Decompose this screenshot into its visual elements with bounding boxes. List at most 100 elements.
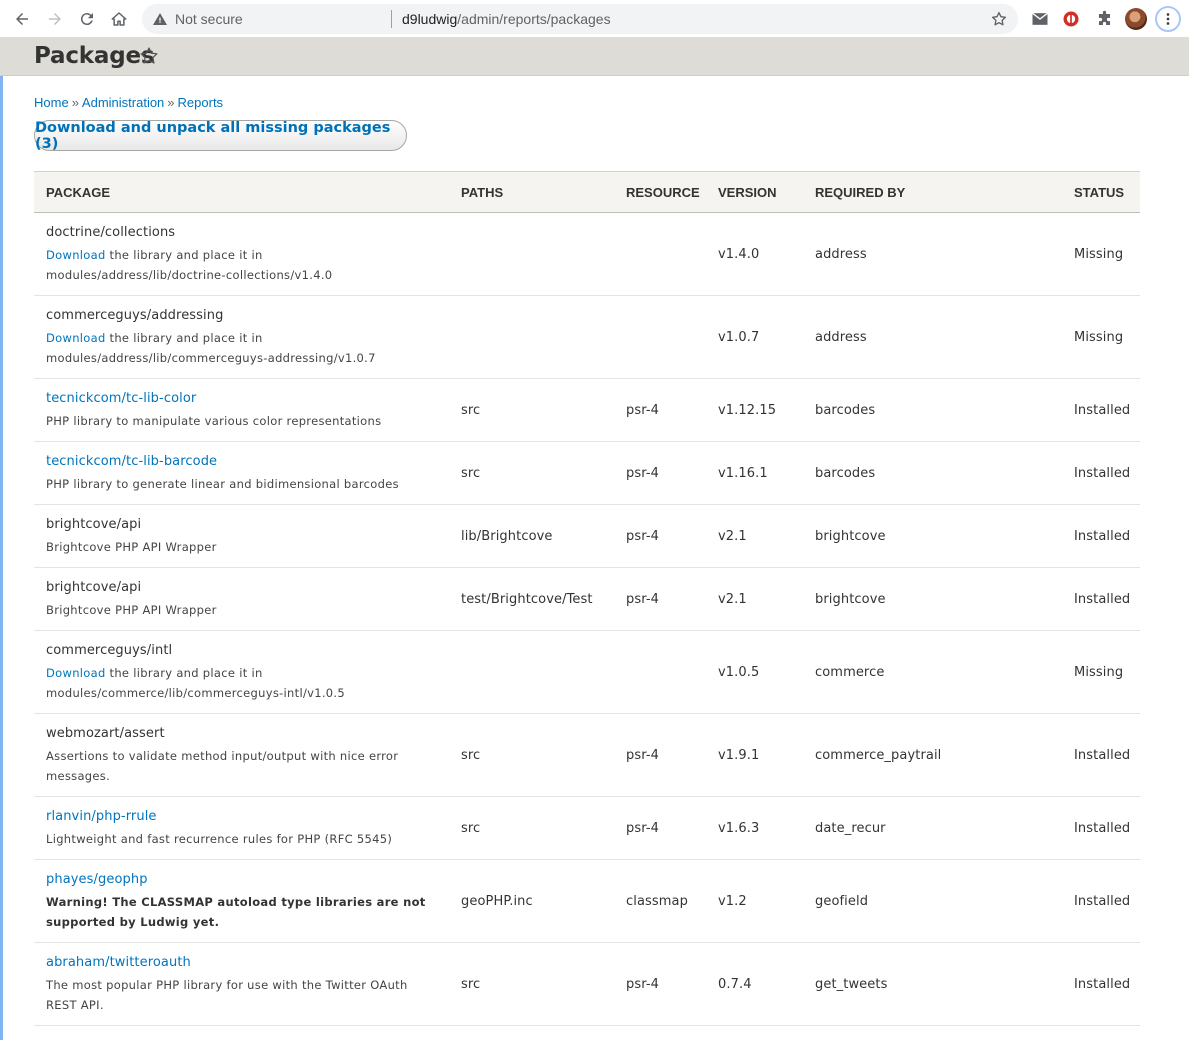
package-status: Installed [1074, 894, 1131, 909]
package-description-line2: REST API. [46, 998, 104, 1012]
security-label[interactable]: Not secure [175, 11, 243, 27]
package-resource: psr-4 [626, 403, 659, 418]
download-instruction: the library and place it in [105, 331, 263, 345]
package-paths: src [461, 748, 481, 763]
column-header-package[interactable]: PACKAGE [46, 185, 110, 200]
package-name: brightcove/api [46, 517, 142, 532]
package-required-by: address [815, 330, 867, 345]
package-name[interactable]: phayes/geophp [46, 872, 148, 887]
package-version: v2.1 [718, 529, 747, 544]
package-required-by: get_tweets [815, 977, 888, 992]
warning-icon [153, 13, 167, 25]
download-link[interactable]: Download [46, 248, 106, 262]
profile-avatar[interactable] [1125, 8, 1147, 30]
package-description: PHP library to generate linear and bidim… [46, 477, 399, 491]
package-description: The most popular PHP library for use wit… [46, 978, 408, 992]
package-name[interactable]: abraham/twitteroauth [46, 955, 191, 970]
package-description: Assertions to validate method input/outp… [46, 749, 399, 763]
reload-icon [80, 13, 93, 26]
package-name[interactable]: rlanvin/php-rrule [46, 809, 157, 824]
back-button[interactable] [8, 5, 36, 33]
browser-menu-button[interactable] [1155, 6, 1181, 32]
table-row: doctrine/collections Download the library… [34, 213, 1140, 296]
kebab-menu-icon [1166, 13, 1170, 25]
package-description-line2: modules/address/lib/commerceguys-address… [46, 351, 376, 365]
page-header: Packages [0, 38, 1189, 76]
home-button[interactable] [105, 5, 133, 33]
package-required-by: address [815, 247, 867, 262]
package-status: Installed [1074, 977, 1131, 992]
package-version: v1.0.5 [718, 665, 760, 680]
package-description: Download the library and place it in [46, 245, 263, 265]
package-version: v1.16.1 [718, 466, 768, 481]
package-description: Brightcove PHP API Wrapper [46, 540, 217, 554]
column-header-status[interactable]: STATUS [1074, 185, 1124, 200]
address-bar[interactable]: Not secure d9ludwig/admin/reports/packag… [142, 4, 1018, 34]
package-name: webmozart/assert [46, 726, 165, 741]
table-row: abraham/twitteroauth The most popular PHP… [34, 943, 1140, 1026]
package-required-by: geofield [815, 894, 869, 909]
url-path: /admin/reports/packages [457, 11, 611, 27]
package-description: Brightcove PHP API Wrapper [46, 603, 217, 617]
package-paths: lib/Brightcove [461, 529, 553, 544]
package-paths: test/Brightcove/Test [461, 592, 593, 607]
bookmark-star-icon[interactable] [990, 10, 1008, 28]
table-row: commerceguys/addressing Download the libr… [34, 296, 1140, 379]
package-required-by: barcodes [815, 403, 876, 418]
package-description-line2: supported by Ludwig yet. [46, 915, 220, 929]
download-link[interactable]: Download [46, 666, 106, 680]
table-row: rlanvin/php-rrule Lightweight and fast re… [34, 797, 1140, 860]
package-name[interactable]: tecnickcom/tc-lib-color [46, 391, 196, 406]
package-version: v1.2 [718, 894, 747, 909]
breadcrumb-separator: » [71, 95, 79, 110]
package-resource: psr-4 [626, 592, 659, 607]
package-version: v1.4.0 [718, 247, 760, 262]
download-link[interactable]: Download [46, 331, 106, 345]
package-paths: geoPHP.inc [461, 894, 533, 909]
package-status: Installed [1074, 748, 1131, 763]
forward-button[interactable] [41, 5, 69, 33]
download-instruction: the library and place it in [105, 666, 263, 680]
package-description: PHP library to manipulate various color … [46, 414, 382, 428]
package-status: Installed [1074, 592, 1131, 607]
package-paths: src [461, 466, 481, 481]
package-status: Missing [1074, 247, 1124, 262]
mail-extension-icon[interactable] [1029, 8, 1051, 30]
package-description: Download the library and place it in [46, 663, 263, 683]
package-resource: psr-4 [626, 748, 659, 763]
package-status: Missing [1074, 330, 1124, 345]
package-paths: src [461, 977, 481, 992]
column-header-required-by[interactable]: REQUIRED BY [815, 185, 905, 200]
column-header-version[interactable]: VERSION [718, 185, 777, 200]
package-version: v1.9.1 [718, 748, 760, 763]
package-required-by: brightcove [815, 529, 886, 544]
table-row: webmozart/assert Assertions to validate m… [34, 714, 1140, 797]
package-resource: psr-4 [626, 466, 659, 481]
package-required-by: brightcove [815, 592, 886, 607]
table-row: phayes/geophp Warning! The CLASSMAP autol… [34, 860, 1140, 943]
reload-button[interactable] [73, 5, 101, 33]
breadcrumb-reports[interactable]: Reports [178, 95, 224, 110]
column-header-paths[interactable]: PATHS [461, 185, 503, 200]
package-description-line2: modules/address/lib/doctrine-collections… [46, 268, 333, 282]
breadcrumb-home[interactable]: Home [34, 95, 69, 110]
lastpass-extension-icon[interactable] [1060, 8, 1082, 30]
puzzle-extensions-icon[interactable] [1093, 8, 1115, 30]
breadcrumb-administration[interactable]: Administration [82, 95, 164, 110]
packages-table: PACKAGE PATHS RESOURCE VERSION REQUIRED … [34, 171, 1140, 1026]
url-text[interactable]: d9ludwig/admin/reports/packages [402, 11, 611, 27]
package-name[interactable]: tecnickcom/tc-lib-barcode [46, 454, 217, 469]
package-description-line2: messages. [46, 769, 111, 783]
package-required-by: commerce [815, 665, 885, 680]
column-header-resource[interactable]: RESOURCE [626, 185, 700, 200]
breadcrumb: Home» Administration» Reports [34, 95, 223, 110]
browser-toolbar: Not secure d9ludwig/admin/reports/packag… [0, 0, 1189, 38]
package-description: Warning! The CLASSMAP autoload type libr… [46, 895, 426, 909]
download-missing-packages-button[interactable]: Download and unpack all missing packages… [34, 120, 407, 152]
home-icon [111, 12, 127, 26]
package-resource: psr-4 [626, 529, 659, 544]
package-resource: psr-4 [626, 977, 659, 992]
package-version: 0.7.4 [718, 977, 752, 992]
shortcut-star-icon[interactable] [139, 46, 159, 66]
package-status: Installed [1074, 821, 1131, 836]
